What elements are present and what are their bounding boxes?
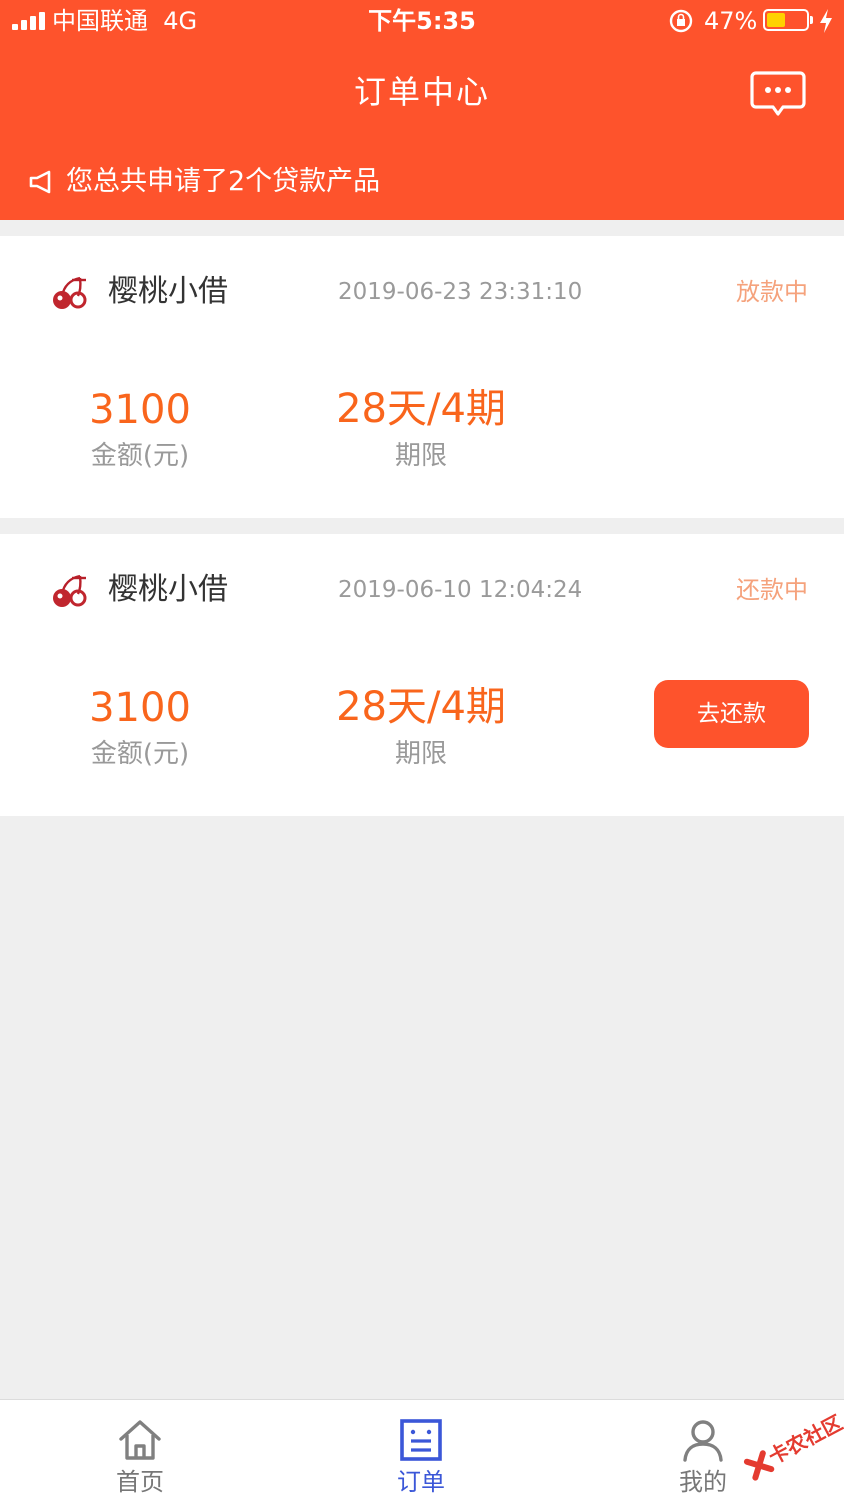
tab-orders[interactable]: 订单 — [351, 1400, 491, 1500]
page-title: 订单中心 — [353, 73, 490, 111]
tab-label: 订单 — [397, 1468, 445, 1496]
notice-text: 您总共申请了2个贷款产品 — [66, 166, 381, 197]
term-label: 期限 — [394, 739, 447, 769]
product-name: 樱桃小借 — [108, 572, 228, 607]
tab-home[interactable]: 首页 — [70, 1400, 210, 1500]
status-badge: 还款中 — [736, 576, 808, 604]
order-card[interactable]: 樱桃小借 2019-06-23 23:31:10 放款中 3100 金额(元) … — [0, 236, 844, 518]
order-date: 2019-06-23 23:31:10 — [338, 279, 583, 305]
battery-percent: 47% — [704, 7, 758, 35]
app-header: 中国联通 4G 下午5:35 47% 订单中心 您总共申请了2个贷款产品 — [0, 0, 844, 220]
message-icon[interactable] — [750, 70, 806, 118]
product-name: 樱桃小借 — [108, 274, 228, 309]
tab-label: 首页 — [116, 1468, 164, 1496]
amount-label: 金额(元) — [90, 441, 190, 471]
term-value: 28天/4期 — [336, 684, 506, 730]
profile-icon — [683, 1420, 723, 1462]
tab-bar: 首页 订单 我的 — [0, 1399, 844, 1500]
order-date: 2019-06-10 12:04:24 — [338, 577, 583, 603]
megaphone-icon — [29, 170, 51, 194]
amount-label: 金额(元) — [90, 739, 190, 769]
status-bar: 中国联通 4G 下午5:35 47% — [0, 0, 844, 44]
amount-value: 3100 — [89, 685, 191, 731]
amount-value: 3100 — [89, 387, 191, 433]
charging-icon — [820, 9, 832, 33]
cherry-logo-icon — [53, 276, 87, 309]
term-value: 28天/4期 — [336, 386, 506, 432]
orders-icon — [400, 1419, 442, 1461]
cherry-logo-icon — [53, 574, 87, 607]
order-card[interactable]: 樱桃小借 2019-06-10 12:04:24 还款中 3100 金额(元) … — [0, 534, 844, 816]
term-label: 期限 — [394, 441, 447, 471]
notice-bar: 您总共申请了2个贷款产品 — [28, 162, 380, 202]
home-icon — [119, 1420, 161, 1460]
status-badge: 放款中 — [736, 278, 808, 306]
orientation-lock-icon — [669, 9, 693, 33]
battery-icon — [763, 9, 813, 31]
repay-button[interactable]: 去还款 — [654, 680, 809, 748]
